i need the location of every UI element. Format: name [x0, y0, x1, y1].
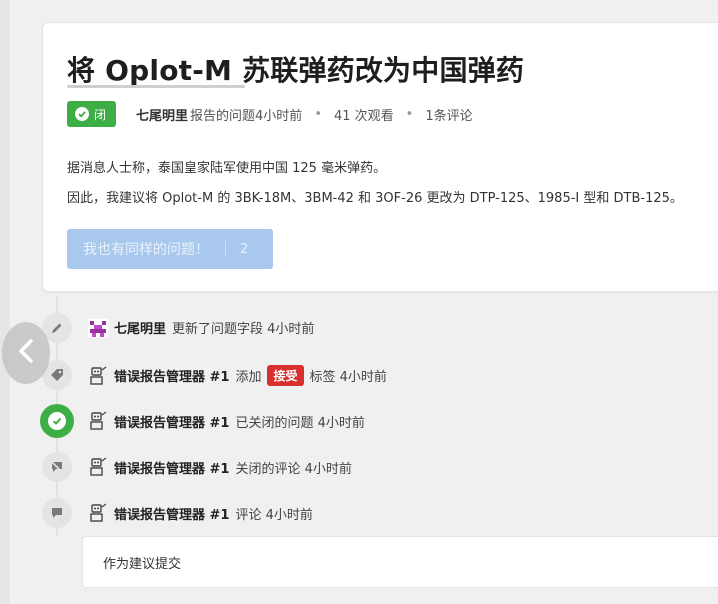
title-underline [67, 85, 245, 88]
timeline-item: 七尾明里 更新了问题字段 4小时前 [88, 318, 314, 337]
comment-off-icon [42, 452, 72, 482]
comment-text: 作为建议提交 [103, 557, 182, 572]
timeline-text: 添加 [235, 370, 262, 385]
bot-icon [88, 366, 108, 386]
timeline-actor[interactable]: 错误报告管理器 #1 [114, 504, 229, 523]
same-issue-count: 2 [240, 241, 249, 257]
timeline-text: 关闭的评论 4小时前 [235, 461, 352, 477]
timeline-actor[interactable]: 七尾明里 [114, 318, 166, 337]
timeline-text: 标签 4小时前 [309, 370, 387, 385]
bot-icon [88, 457, 108, 477]
view-count: 41 次观看 [333, 108, 394, 124]
issue-meta: 闭 七尾明里 报告的问题4小时前 • 41 次观看 • 1条评论 [67, 101, 473, 127]
same-issue-button[interactable]: 我也有同样的问题！ 2 [67, 229, 273, 269]
issue-title: 将 Oplot-M 苏联弹药改为中国弹药 [67, 54, 525, 87]
status-label: 闭 [94, 107, 107, 122]
check-circle-icon [40, 404, 74, 438]
timeline-item: 错误报告管理器 #1 添加 接受 标签 4小时前 [88, 365, 387, 386]
avatar [88, 318, 108, 337]
issue-body-line: 据消息人士称，泰国皇家陆军使用中国 125 毫米弹药。 [67, 161, 387, 176]
timeline-item: 错误报告管理器 #1 评论 4小时前 [88, 503, 313, 523]
status-badge: 闭 [67, 101, 117, 127]
timeline-item: 错误报告管理器 #1 关闭的评论 4小时前 [88, 457, 352, 477]
left-rail [0, 0, 10, 604]
meta-separator: • [314, 106, 322, 122]
issue-body-line: 因此，我建议将 Oplot-M 的 3BK-18M、3BM-42 和 3OF-2… [67, 191, 683, 206]
accepted-label-tag[interactable]: 接受 [267, 365, 304, 386]
issue-author[interactable]: 七尾明里 [136, 105, 188, 124]
timeline-text: 更新了问题字段 4小时前 [172, 322, 315, 337]
bot-icon [88, 411, 108, 431]
button-divider [225, 241, 226, 257]
timeline-actor[interactable]: 错误报告管理器 #1 [114, 412, 229, 431]
timeline-actor[interactable]: 错误报告管理器 #1 [114, 366, 229, 385]
timeline-text: 评论 4小时前 [235, 507, 313, 523]
reported-time: 报告的问题4小时前 [190, 108, 303, 124]
back-button[interactable] [2, 322, 50, 384]
comment-box: 作为建议提交 [82, 536, 718, 588]
meta-separator: • [405, 106, 414, 122]
timeline-item: 错误报告管理器 #1 已关闭的问题 4小时前 [88, 411, 365, 431]
issue-card: 将 Oplot-M 苏联弹药改为中国弹药 闭 七尾明里 报告的问题4小时前 • … [42, 22, 718, 292]
timeline-text: 已关闭的问题 4小时前 [235, 415, 365, 431]
comment-count: 1条评论 [425, 108, 473, 124]
check-icon [75, 107, 89, 121]
timeline-actor[interactable]: 错误报告管理器 #1 [114, 458, 229, 477]
comment-icon [42, 498, 72, 528]
same-issue-label: 我也有同样的问题！ [83, 242, 209, 258]
bot-icon [88, 503, 108, 523]
chevron-left-icon [17, 338, 35, 368]
